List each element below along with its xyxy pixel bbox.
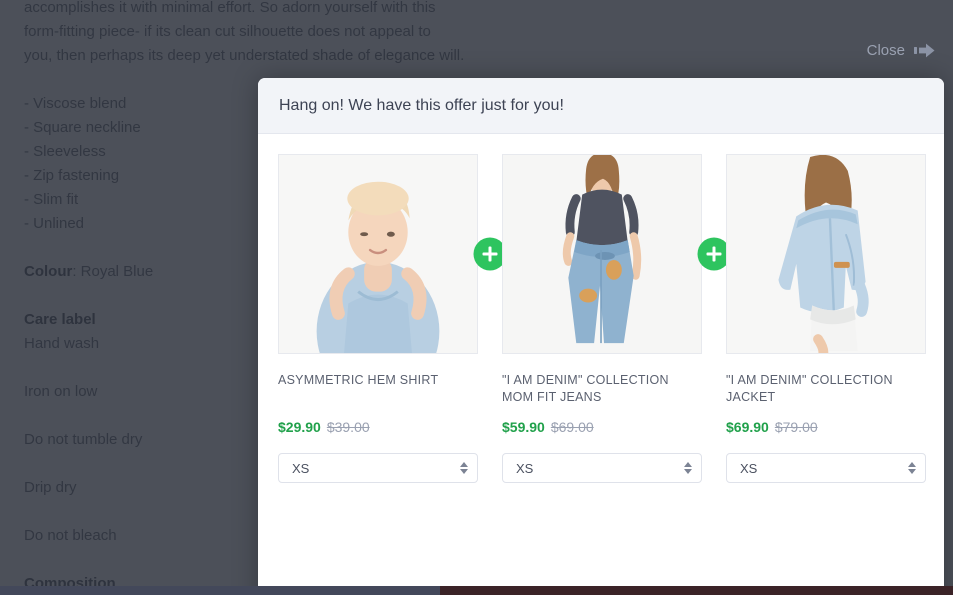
product-name: "I AM DENIM" COLLECTION JACKET bbox=[726, 373, 893, 404]
plus-slot bbox=[697, 154, 731, 354]
product-thumbnail-3[interactable] bbox=[726, 154, 926, 354]
size-select-1[interactable]: XS bbox=[278, 453, 478, 483]
product-price-row: $59.90 $69.00 bbox=[502, 419, 702, 435]
offer-product-card: ASYMMETRIC HEM SHIRT $29.90 $39.00 XS bbox=[278, 154, 478, 483]
product-name: ASYMMETRIC HEM SHIRT bbox=[278, 373, 439, 387]
size-select-3[interactable]: XS bbox=[726, 453, 926, 483]
product-thumbnail-2[interactable] bbox=[502, 154, 702, 354]
plus-icon bbox=[712, 246, 716, 262]
modal-body: ASYMMETRIC HEM SHIRT $29.90 $39.00 XS "I… bbox=[258, 134, 944, 564]
offer-products-row: ASYMMETRIC HEM SHIRT $29.90 $39.00 XS "I… bbox=[278, 154, 926, 483]
bottom-strip-chat-widget-segment bbox=[440, 586, 953, 595]
offer-product-card: "I AM DENIM" COLLECTION JACKET $69.90 $79… bbox=[726, 154, 926, 483]
size-select-2[interactable]: XS bbox=[502, 453, 702, 483]
chevron-stepper-icon bbox=[908, 462, 916, 474]
close-offer-button[interactable]: Close bbox=[867, 42, 935, 59]
bottom-strip-overlay-segment bbox=[0, 586, 440, 595]
product-sale-price: $29.90 bbox=[278, 419, 321, 435]
product-thumbnail-1[interactable] bbox=[278, 154, 478, 354]
modal-header: Hang on! We have this offer just for you… bbox=[258, 78, 944, 134]
product-sale-price: $69.90 bbox=[726, 419, 769, 435]
exit-arrow-icon bbox=[914, 43, 935, 58]
product-name: "I AM DENIM" COLLECTION MOM FIT JEANS bbox=[502, 373, 669, 404]
product-original-price: $69.00 bbox=[550, 419, 594, 435]
product-price-row: $69.90 $79.00 bbox=[726, 419, 926, 435]
product-price-row: $29.90 $39.00 bbox=[278, 419, 478, 435]
size-select-value: XS bbox=[740, 460, 758, 476]
product-original-price: $39.00 bbox=[326, 419, 370, 435]
size-select-value: XS bbox=[292, 460, 310, 476]
plus-icon bbox=[488, 246, 492, 262]
plus-slot bbox=[473, 154, 507, 354]
bottom-edge-strip bbox=[0, 586, 953, 595]
page-root: accomplishes it with minimal effort. So … bbox=[0, 0, 953, 595]
size-select-value: XS bbox=[516, 460, 534, 476]
close-button-label: Close bbox=[866, 42, 905, 59]
product-original-price: $79.00 bbox=[774, 419, 818, 435]
product-sale-price: $59.90 bbox=[502, 419, 545, 435]
chevron-stepper-icon bbox=[460, 462, 468, 474]
chevron-stepper-icon bbox=[684, 462, 692, 474]
modal-title: Hang on! We have this offer just for you… bbox=[279, 97, 564, 114]
upsell-offer-modal: Hang on! We have this offer just for you… bbox=[258, 78, 944, 595]
offer-product-card: "I AM DENIM" COLLECTION MOM FIT JEANS $5… bbox=[502, 154, 702, 483]
